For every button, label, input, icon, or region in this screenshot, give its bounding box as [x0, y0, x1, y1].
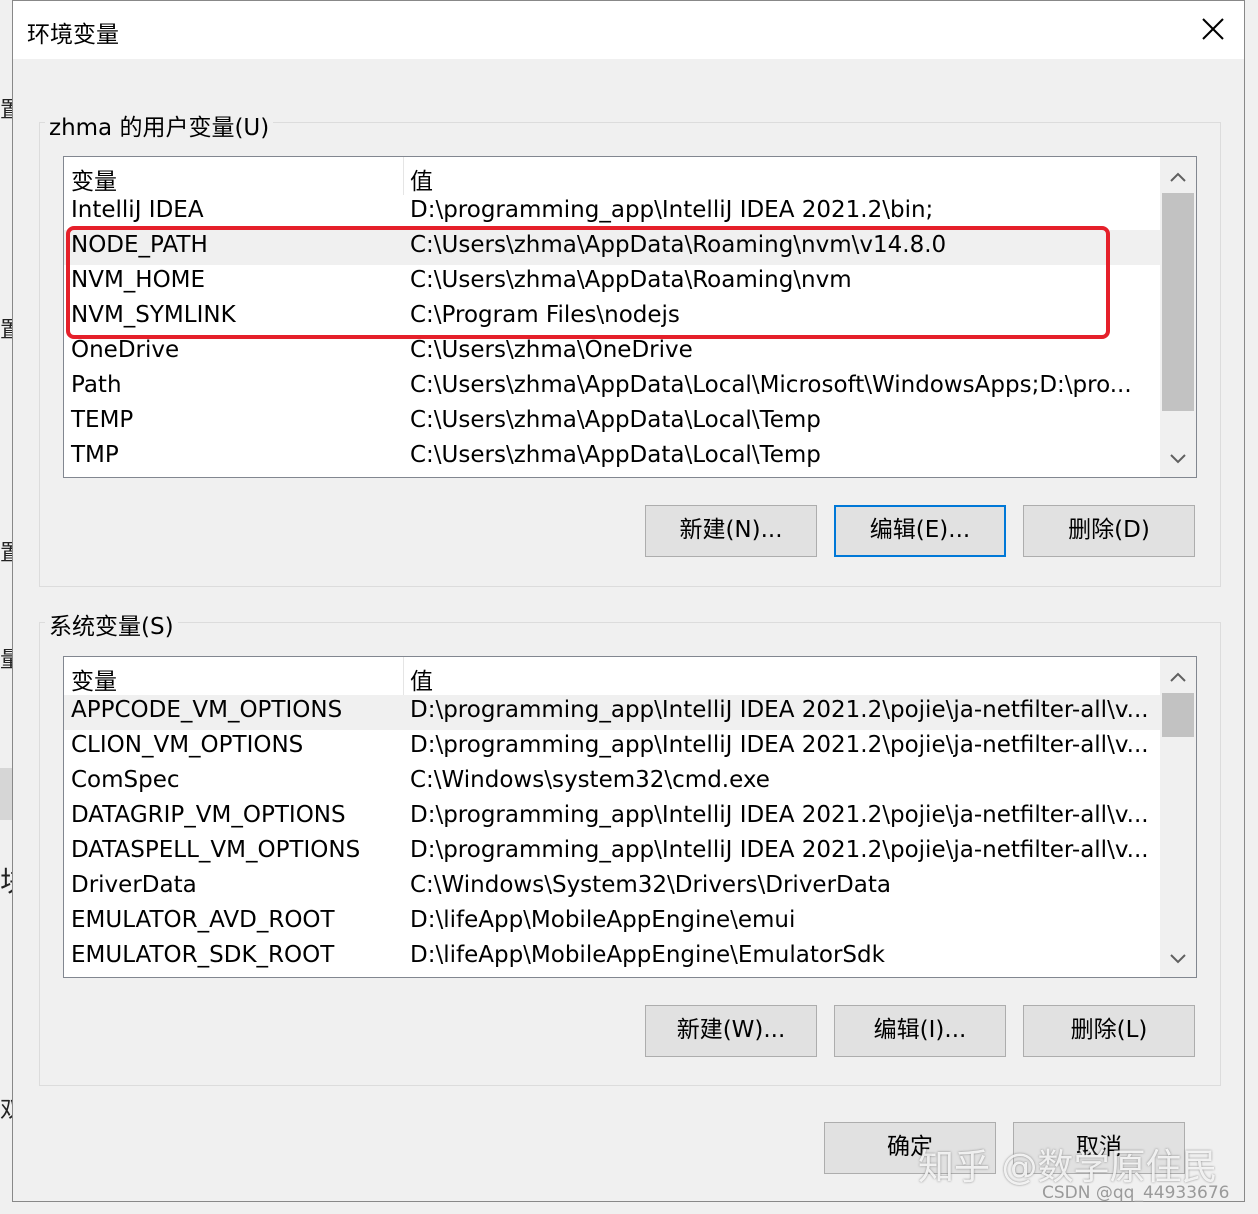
system-delete-button[interactable]: 删除(L): [1023, 1005, 1195, 1057]
button-label: 新建(N)...: [679, 517, 783, 543]
table-row[interactable]: CLION_VM_OPTIONS D:\programming_app\Intel…: [64, 730, 1161, 765]
user-delete-button[interactable]: 删除(D): [1023, 505, 1195, 557]
button-label: 删除(D): [1068, 517, 1150, 543]
button-label: 删除(L): [1070, 1017, 1148, 1043]
list-header: 变量 值: [64, 157, 1161, 195]
variable-value: C:\Windows\System32\Drivers\DriverData: [410, 872, 891, 898]
system-edit-button[interactable]: 编辑(I)...: [834, 1005, 1006, 1057]
table-row[interactable]: DATAGRIP_VM_OPTIONS D:\programming_app\In…: [64, 800, 1161, 835]
variable-value: C:\Program Files\nodejs: [410, 302, 680, 328]
variable-name: ComSpec: [71, 767, 180, 793]
variable-value: C:\Users\zhma\AppData\Roaming\nvm: [410, 267, 852, 293]
variable-name: EMULATOR_AVD_ROOT: [71, 907, 335, 933]
watermark-credit: CSDN @qq_44933676: [1042, 1183, 1230, 1203]
scroll-up-icon[interactable]: [1169, 670, 1187, 684]
title-bar: 环境变量: [13, 1, 1244, 59]
close-button[interactable]: [1182, 1, 1244, 59]
variable-name: DATASPELL_VM_OPTIONS: [71, 837, 361, 863]
variable-value: D:\programming_app\IntelliJ IDEA 2021.2\…: [410, 732, 1149, 758]
table-row[interactable]: DriverData C:\Windows\System32\Drivers\Dr…: [64, 870, 1161, 905]
system-variables-list[interactable]: 变量 值 APPCODE_VM_OPTIONS D:\programming_ap…: [63, 656, 1197, 978]
variable-name: NODE_PATH: [71, 232, 208, 258]
list-header: 变量 值: [64, 657, 1161, 695]
button-label: 新建(W)...: [676, 1017, 786, 1043]
variable-value: D:\programming_app\IntelliJ IDEA 2021.2\…: [410, 837, 1149, 863]
background-control: [0, 768, 12, 820]
variable-value: D:\lifeApp\MobileAppEngine\emui: [410, 907, 796, 933]
variable-name: DATAGRIP_VM_OPTIONS: [71, 802, 346, 828]
variable-value: D:\programming_app\IntelliJ IDEA 2021.2\…: [410, 197, 934, 223]
scroll-down-icon[interactable]: [1169, 952, 1187, 966]
variable-value: C:\Users\zhma\AppData\Local\Temp: [410, 442, 821, 468]
button-label: 编辑(I)...: [873, 1017, 967, 1043]
table-row[interactable]: APPCODE_VM_OPTIONS D:\programming_app\Int…: [64, 695, 1161, 730]
variable-value: C:\Users\zhma\AppData\Local\Temp: [410, 407, 821, 433]
table-row[interactable]: DATASPELL_VM_OPTIONS D:\programming_app\I…: [64, 835, 1161, 870]
table-row[interactable]: OneDrive C:\Users\zhma\OneDrive: [64, 335, 1161, 370]
environment-variables-dialog: 环境变量 zhma 的用户变量(U) 变量 值 IntelliJ IDEA D:\…: [12, 0, 1245, 1202]
user-variables-label: zhma 的用户变量(U): [45, 108, 274, 142]
user-variables-list[interactable]: 变量 值 IntelliJ IDEA D:\programming_app\Int…: [63, 156, 1197, 478]
user-list-scrollbar[interactable]: [1160, 157, 1196, 477]
variable-value: D:\lifeApp\MobileAppEngine\EmulatorSdk: [410, 942, 885, 968]
column-header-value[interactable]: 值: [410, 662, 433, 696]
button-label: 编辑(E)...: [869, 517, 971, 543]
system-variables-label: 系统变量(S): [45, 607, 178, 641]
table-row[interactable]: NVM_SYMLINK C:\Program Files\nodejs: [64, 300, 1161, 335]
variable-value: C:\Windows\system32\cmd.exe: [410, 767, 770, 793]
variable-value: C:\Users\zhma\AppData\Roaming\nvm\v14.8.…: [410, 232, 947, 258]
table-row[interactable]: EMULATOR_AVD_ROOT D:\lifeApp\MobileAppEng…: [64, 905, 1161, 940]
variable-value: C:\Users\zhma\OneDrive: [410, 337, 693, 363]
scroll-thumb[interactable]: [1162, 693, 1194, 737]
variable-value: D:\programming_app\IntelliJ IDEA 2021.2\…: [410, 697, 1149, 723]
variable-name: DriverData: [71, 872, 197, 898]
variable-name: NVM_HOME: [71, 267, 206, 293]
variable-value: D:\programming_app\IntelliJ IDEA 2021.2\…: [410, 802, 1149, 828]
table-row[interactable]: NODE_PATH C:\Users\zhma\AppData\Roaming\n…: [64, 230, 1161, 265]
system-list-scrollbar[interactable]: [1160, 657, 1196, 977]
variable-name: IntelliJ IDEA: [71, 197, 204, 223]
user-new-button[interactable]: 新建(N)...: [645, 505, 817, 557]
scroll-thumb[interactable]: [1162, 193, 1194, 411]
system-variables-rows: APPCODE_VM_OPTIONS D:\programming_app\Int…: [64, 695, 1161, 975]
variable-name: OneDrive: [71, 337, 180, 363]
table-row[interactable]: ComSpec C:\Windows\system32\cmd.exe: [64, 765, 1161, 800]
table-row[interactable]: NVM_HOME C:\Users\zhma\AppData\Roaming\nv…: [64, 265, 1161, 300]
table-row[interactable]: EMULATOR_SDK_ROOT D:\lifeApp\MobileAppEng…: [64, 940, 1161, 975]
table-row[interactable]: TEMP C:\Users\zhma\AppData\Local\Temp: [64, 405, 1161, 440]
close-icon: [1202, 18, 1224, 40]
variable-name: CLION_VM_OPTIONS: [71, 732, 304, 758]
column-header-variable[interactable]: 变量: [71, 662, 117, 696]
table-row[interactable]: TMP C:\Users\zhma\AppData\Local\Temp: [64, 440, 1161, 475]
variable-name: TEMP: [71, 407, 134, 433]
variable-name: Path: [71, 372, 122, 398]
variable-name: TMP: [71, 442, 119, 468]
variable-name: EMULATOR_SDK_ROOT: [71, 942, 335, 968]
table-row[interactable]: IntelliJ IDEA D:\programming_app\IntelliJ…: [64, 195, 1161, 230]
variable-value: C:\Users\zhma\AppData\Local\Microsoft\Wi…: [410, 372, 1132, 398]
scroll-up-icon[interactable]: [1169, 170, 1187, 184]
column-header-variable[interactable]: 变量: [71, 162, 117, 196]
column-header-value[interactable]: 值: [410, 162, 433, 196]
variable-name: NVM_SYMLINK: [71, 302, 236, 328]
variable-name: APPCODE_VM_OPTIONS: [71, 697, 343, 723]
user-edit-button[interactable]: 编辑(E)...: [834, 505, 1006, 557]
user-variables-rows: IntelliJ IDEA D:\programming_app\IntelliJ…: [64, 195, 1161, 475]
system-new-button[interactable]: 新建(W)...: [645, 1005, 817, 1057]
scroll-down-icon[interactable]: [1169, 452, 1187, 466]
column-divider[interactable]: [403, 157, 404, 195]
column-divider[interactable]: [403, 657, 404, 695]
dialog-title: 环境变量: [27, 22, 119, 48]
table-row[interactable]: Path C:\Users\zhma\AppData\Local\Microsof…: [64, 370, 1161, 405]
